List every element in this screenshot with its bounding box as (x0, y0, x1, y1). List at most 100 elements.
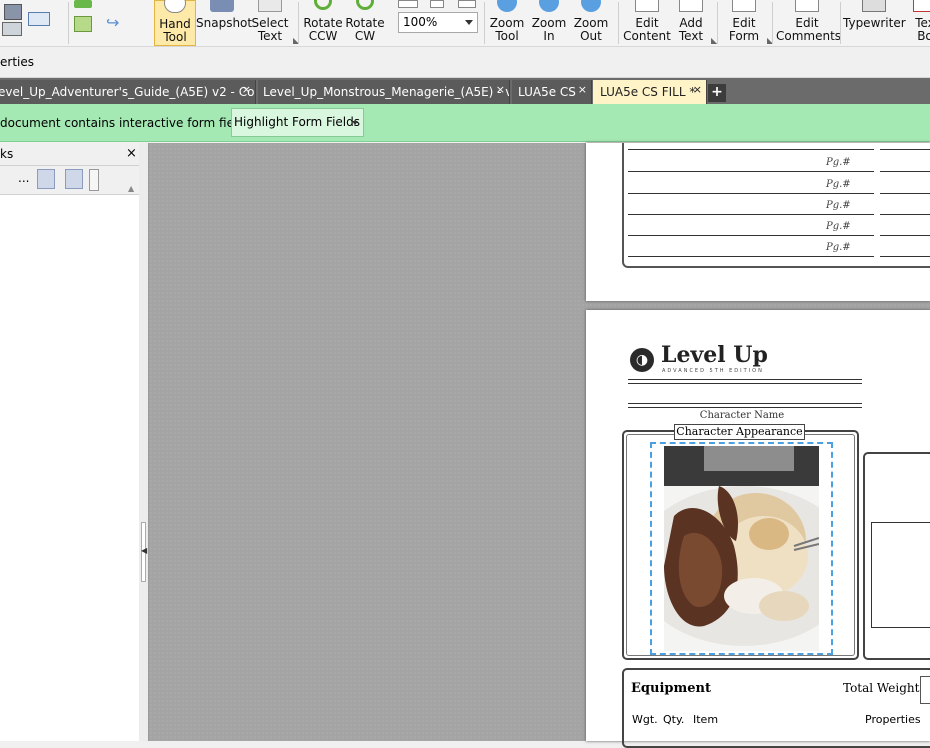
typewriter-label: Typewriter (843, 16, 906, 30)
character-appearance-label: Character Appearance (674, 424, 805, 440)
back-icon[interactable] (74, 0, 92, 8)
close-icon[interactable]: × (126, 146, 137, 161)
rotate-ccw-label: Rotate CCW (303, 16, 343, 43)
logo-subtitle: ADVANCED 5TH EDITION (662, 368, 764, 374)
chevron-down-icon (465, 20, 473, 25)
tab-adventurers-guide[interactable]: evel_Up_Adventurer's_Guide_(A5E) v2 - Co… (0, 80, 256, 104)
zoom-in-label: Zoom In (531, 16, 567, 43)
rotate-cw-button[interactable]: Rotate CW (344, 0, 386, 46)
edit-comments-button[interactable]: Edit Comments (776, 0, 842, 46)
rotate-cw-icon (356, 0, 374, 10)
page-number-label: Pg.# (826, 242, 851, 253)
zoom-out-icon (581, 0, 601, 12)
highlight-form-fields-label: Highlight Form Fields (234, 115, 360, 129)
text-cursor-icon (258, 0, 282, 12)
edit-content-button[interactable]: Edit Content (622, 0, 672, 46)
new-tab-button[interactable]: + (708, 84, 726, 102)
page1-row (628, 131, 874, 150)
expand-bookmark-icon[interactable] (37, 169, 55, 189)
undo-icon[interactable]: ↪ (106, 15, 128, 31)
close-icon[interactable]: × (578, 80, 587, 102)
close-icon[interactable]: × (693, 80, 702, 102)
typewriter-button[interactable]: Typewriter (843, 0, 906, 46)
chevron-down-icon[interactable] (352, 121, 358, 125)
typewriter-icon (862, 0, 886, 12)
edit-comments-label: Edit Comments (776, 16, 842, 43)
edit-content-icon (635, 0, 659, 12)
total-weight-label: Total Weight (843, 681, 920, 695)
tab-label: Level_Up_Monstrous_Menagerie_(A5E) - v2 (263, 85, 510, 99)
bookmark-dropdown[interactable] (89, 169, 99, 191)
hand-tool-button[interactable]: Hand Tool (154, 0, 196, 46)
zoom-in-icon (539, 0, 559, 12)
email-icon[interactable] (28, 12, 50, 26)
divider (628, 407, 862, 408)
equipment-heading: Equipment (631, 681, 711, 696)
divider (628, 383, 862, 384)
zoom-out-button[interactable]: Zoom Out (570, 0, 612, 46)
document-tab-bar: evel_Up_Adventurer's_Guide_(A5E) v2 - Co… (0, 78, 930, 104)
page1-row (880, 238, 930, 257)
total-weight-field[interactable] (920, 676, 930, 704)
character-appearance-photo (664, 446, 819, 651)
zoom-tool-label: Zoom Tool (489, 16, 525, 43)
page1-row (880, 175, 930, 194)
rotate-ccw-button[interactable]: Rotate CCW (302, 0, 344, 46)
close-icon[interactable]: × (242, 80, 251, 102)
page-number-label: Pg.# (826, 200, 851, 211)
right-info-field[interactable] (871, 522, 930, 628)
page-number-label: Pg.# (826, 221, 851, 232)
form-fields-message: document contains interactive form field… (0, 116, 255, 130)
hand-icon (164, 0, 186, 13)
add-text-label: Add Text (678, 16, 704, 43)
zoom-tool-button[interactable]: Zoom Tool (486, 0, 528, 46)
page-number-label: Pg.# (826, 157, 851, 168)
add-text-button[interactable]: Add Text (672, 0, 710, 46)
panel-scroll-grip-icon[interactable]: ▲ (128, 184, 138, 194)
snapshot-button[interactable]: Snapshot (196, 0, 253, 46)
bookmarks-panel-title: ks (0, 147, 14, 161)
printer-icon[interactable] (2, 22, 22, 36)
select-text-label: Select Text (251, 16, 289, 43)
tab-monstrous-menagerie[interactable]: Level_Up_Monstrous_Menagerie_(A5E) - v2 … (258, 80, 510, 104)
page-dropdown-icon[interactable] (430, 0, 444, 8)
column-properties-header: Properties (865, 713, 921, 726)
character-name-field[interactable] (628, 403, 862, 404)
text-box-icon (913, 0, 930, 12)
select-text-button[interactable]: Select Text (248, 0, 292, 46)
tab-label: LUA5e CS (518, 85, 576, 99)
snapshot-label: Snapshot (196, 16, 253, 30)
page-number-label: Pg.# (826, 179, 851, 190)
camera-icon (210, 0, 234, 12)
edit-form-button[interactable]: Edit Form (722, 0, 766, 46)
bookmarks-panel-header (0, 143, 139, 166)
page1-row (880, 196, 930, 215)
forward-icon[interactable] (74, 16, 92, 32)
collapse-bookmark-icon[interactable] (65, 169, 83, 189)
text-box-button[interactable]: Tex Bo (910, 0, 930, 46)
magnifier-icon (497, 0, 517, 12)
properties-bar: erties (0, 47, 930, 78)
page1-row (880, 217, 930, 236)
collapse-panel-icon[interactable]: ◀ (141, 546, 147, 555)
edit-comments-icon (795, 0, 819, 12)
panel-splitter[interactable] (139, 143, 149, 741)
tab-lua5e-cs[interactable]: LUA5e CS × (512, 80, 592, 104)
fit-page-icon[interactable] (458, 0, 476, 8)
tab-lua5e-cs-fill[interactable]: LUA5e CS FILL * × (593, 80, 707, 104)
print-icon[interactable] (4, 4, 22, 20)
page-view-icon[interactable] (398, 0, 418, 8)
zoom-level-select[interactable]: 100% (398, 12, 478, 33)
bookmark-options-button[interactable]: ... (18, 171, 29, 185)
column-item-header: Item (693, 713, 719, 726)
close-icon[interactable]: × (496, 80, 505, 102)
properties-label[interactable]: erties (0, 55, 34, 69)
edit-content-label: Edit Content (623, 16, 671, 43)
add-text-icon (679, 0, 703, 12)
hand-tool-label: Hand Tool (159, 17, 191, 44)
ribbon-toolbar: ↪ Hand Tool Snapshot Select Text ◣ Rotat… (0, 0, 930, 47)
zoom-in-button[interactable]: Zoom In (528, 0, 570, 46)
equipment-box (622, 668, 930, 748)
highlight-form-fields-button[interactable]: Highlight Form Fields (231, 108, 364, 137)
edit-form-icon (732, 0, 756, 12)
